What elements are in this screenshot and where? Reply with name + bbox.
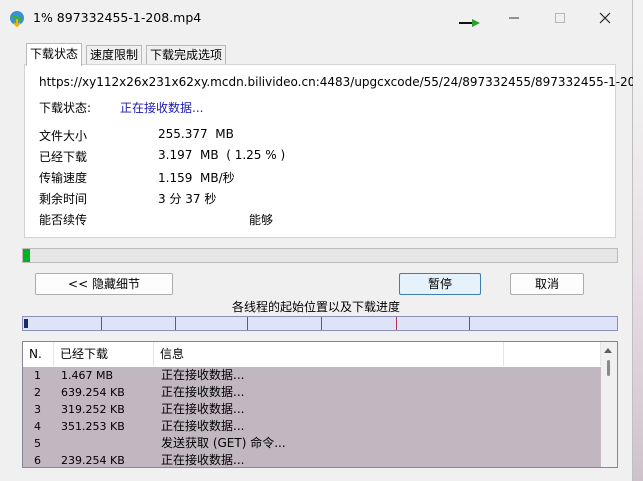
row-number: 5: [34, 437, 41, 450]
segment-start-tick: [247, 317, 248, 330]
hide-details-button[interactable]: << 隐藏细节: [35, 273, 173, 295]
download-progress-bar: [22, 248, 618, 263]
row-number: 1: [34, 369, 41, 382]
segment-start-tick: [396, 317, 397, 330]
file-size-label: 文件大小: [39, 129, 88, 143]
cancel-button[interactable]: 取消: [510, 273, 584, 295]
column-header-blank[interactable]: [504, 342, 601, 366]
resume-capability-value: 能够: [249, 213, 274, 227]
downloaded-value: 3.197 MB ( 1.25 % ): [158, 148, 286, 162]
scroll-up-arrow-icon[interactable]: [604, 348, 612, 353]
tab-completion-options[interactable]: 下载完成选项: [146, 45, 227, 65]
row-number: 6: [34, 454, 41, 467]
status-value: 正在接收数据...: [120, 101, 204, 115]
progress-fill: [23, 249, 30, 262]
segment-start-tick: [469, 317, 470, 330]
row-downloaded: 1.467 MB: [61, 369, 114, 382]
scroll-thumb[interactable]: [607, 360, 610, 376]
status-label: 下载状态:: [39, 101, 92, 115]
time-left-label: 剩余时间: [39, 192, 88, 206]
segment-start-tick: [321, 317, 322, 330]
background-window-strip: [633, 0, 643, 481]
downloaded-label: 已经下载: [39, 150, 88, 164]
row-downloaded: 239.254 KB: [61, 454, 125, 467]
resume-capability-label: 能否续传: [39, 213, 88, 227]
vertical-scrollbar[interactable]: [601, 342, 617, 467]
window-title: 1% 897332455-1-208.mp4: [33, 10, 202, 25]
column-header-number[interactable]: N.: [23, 342, 54, 366]
column-header-info[interactable]: 信息: [154, 342, 504, 366]
row-info: 正在接收数据...: [161, 419, 245, 433]
column-header-downloaded[interactable]: 已经下载: [54, 342, 154, 366]
thread-list[interactable]: N. 已经下载 信息 1 1.467 MB 正在接收数据... 2 639.25…: [22, 341, 618, 468]
transfer-rate-label: 传输速度: [39, 171, 88, 185]
download-url: https://xy112x26x231x62xy.mcdn.bilivideo…: [39, 75, 643, 89]
pause-button[interactable]: 暂停: [399, 273, 481, 295]
tab-speed-limit[interactable]: 速度限制: [86, 45, 143, 65]
table-row[interactable]: 4 351.253 KB 正在接收数据...: [23, 418, 601, 435]
row-info: 正在接收数据...: [161, 368, 245, 382]
right-arrow-icon: [459, 17, 481, 27]
tab-download-status[interactable]: 下载状态: [26, 43, 83, 66]
row-downloaded: 639.254 KB: [61, 386, 125, 399]
file-size-value: 255.377 MB: [158, 127, 234, 141]
close-icon[interactable]: [597, 10, 613, 26]
transfer-rate-value: 1.159 MB/秒: [158, 171, 235, 185]
title-bar[interactable]: 1% 897332455-1-208.mp4: [0, 0, 632, 36]
row-info: 正在接收数据...: [161, 402, 245, 416]
time-left-value: 3 分 37 秒: [158, 192, 217, 206]
maximize-icon[interactable]: [552, 10, 568, 26]
row-info: 正在接收数据...: [161, 453, 245, 467]
minimize-icon[interactable]: [506, 10, 522, 26]
thread-segment-bar: [22, 316, 618, 331]
globe-download-icon: [8, 9, 26, 28]
row-info: 发送获取 (GET) 命令...: [161, 436, 286, 450]
row-number: 4: [34, 420, 41, 433]
segment-start-tick: [175, 317, 176, 330]
table-row[interactable]: 5 发送获取 (GET) 命令...: [23, 435, 601, 452]
table-row[interactable]: 3 319.252 KB 正在接收数据...: [23, 401, 601, 418]
status-panel: https://xy112x26x231x62xy.mcdn.bilivideo…: [24, 64, 643, 238]
thread-progress-label: 各线程的起始位置以及下载进度: [231, 300, 400, 314]
segment-progress-mark: [24, 319, 28, 328]
table-row[interactable]: 6 239.254 KB 正在接收数据...: [23, 452, 601, 467]
row-downloaded: 319.252 KB: [61, 403, 125, 416]
segment-start-tick: [101, 317, 102, 330]
row-info: 正在接收数据...: [161, 385, 245, 399]
table-row[interactable]: 2 639.254 KB 正在接收数据...: [23, 384, 601, 401]
row-number: 2: [34, 386, 41, 399]
download-dialog: 1% 897332455-1-208.mp4 下载状态 速度限制 下载完成选项 …: [0, 0, 643, 481]
table-row[interactable]: 1 1.467 MB 正在接收数据...: [23, 367, 601, 384]
row-number: 3: [34, 403, 41, 416]
thread-list-header: N. 已经下载 信息: [23, 342, 601, 366]
row-downloaded: 351.253 KB: [61, 420, 125, 433]
